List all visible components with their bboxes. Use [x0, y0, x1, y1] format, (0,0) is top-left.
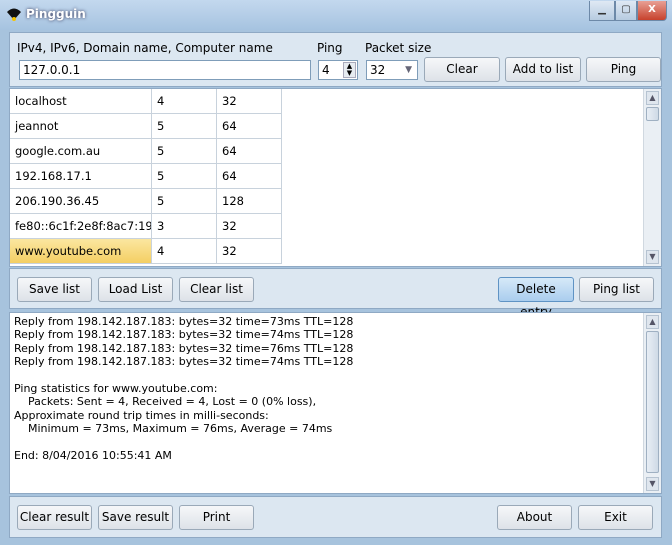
list-row[interactable]: 192.168.17.1 5 64	[10, 164, 282, 189]
ping-count-value: 4	[322, 63, 330, 77]
scroll-thumb[interactable]	[646, 107, 659, 121]
list-row[interactable]: 206.190.36.45 5 128	[10, 189, 282, 214]
list-row[interactable]: jeannot 5 64	[10, 114, 282, 139]
load-list-button[interactable]: Load List	[98, 277, 173, 302]
title-bar: Pingguin ▁ ▢ X	[0, 0, 672, 30]
print-button[interactable]: Print	[179, 505, 254, 530]
about-button[interactable]: About	[497, 505, 572, 530]
packet-size-cell: 64	[217, 139, 282, 164]
result-text: Reply from 198.142.187.183: bytes=32 tim…	[14, 315, 354, 463]
scroll-up-icon[interactable]: ▲	[646, 315, 659, 329]
ping-button[interactable]: Ping	[586, 57, 661, 82]
ping-count-cell: 5	[152, 114, 217, 139]
host-input[interactable]: 127.0.0.1	[19, 60, 311, 80]
packet-size-cell: 32	[217, 214, 282, 239]
save-list-button[interactable]: Save list	[17, 277, 92, 302]
minimize-button[interactable]: ▁	[589, 1, 615, 21]
packet-size-cell: 32	[217, 239, 282, 264]
clear-button[interactable]: Clear	[424, 57, 500, 82]
clear-list-button[interactable]: Clear list	[179, 277, 254, 302]
list-row[interactable]: fe80::6c1f:2e8f:8ac7:199c 3 32	[10, 214, 282, 239]
packet-size-cell: 128	[217, 189, 282, 214]
host-cell: 206.190.36.45	[10, 189, 152, 214]
host-cell: google.com.au	[10, 139, 152, 164]
ping-list-button[interactable]: Ping list	[579, 277, 654, 302]
maximize-button[interactable]: ▢	[615, 1, 637, 21]
host-cell: fe80::6c1f:2e8f:8ac7:199c	[10, 214, 152, 239]
app-icon	[7, 8, 21, 21]
host-label: IPv4, IPv6, Domain name, Computer name	[17, 41, 273, 55]
host-cell: localhost	[10, 89, 152, 114]
packet-size-label: Packet size	[365, 41, 432, 55]
host-cell: 192.168.17.1	[10, 164, 152, 189]
ping-count-cell: 5	[152, 189, 217, 214]
ping-count-cell: 5	[152, 164, 217, 189]
window-title: Pingguin	[26, 7, 86, 21]
list-scrollbar[interactable]: ▲ ▼	[643, 89, 661, 266]
packet-size-select[interactable]: 32 ▼	[366, 60, 418, 80]
clear-result-button[interactable]: Clear result	[17, 505, 92, 530]
scroll-up-icon[interactable]: ▲	[646, 91, 659, 105]
scroll-down-icon[interactable]: ▼	[646, 250, 659, 264]
scroll-down-icon[interactable]: ▼	[646, 477, 659, 491]
ping-count-label: Ping	[317, 41, 343, 55]
exit-button[interactable]: Exit	[578, 505, 653, 530]
ping-count-cell: 3	[152, 214, 217, 239]
ping-count-cell: 5	[152, 139, 217, 164]
host-cell: www.youtube.com	[10, 239, 152, 264]
chevron-down-icon: ▼	[405, 65, 412, 75]
add-to-list-button[interactable]: Add to list	[505, 57, 581, 82]
list-row[interactable]: www.youtube.com 4 32	[10, 239, 282, 264]
ping-count-stepper[interactable]: 4 ▲ ▼	[318, 60, 358, 80]
input-panel: IPv4, IPv6, Domain name, Computer name 1…	[9, 32, 662, 87]
packet-size-cell: 32	[217, 89, 282, 114]
packet-size-cell: 64	[217, 114, 282, 139]
save-result-button[interactable]: Save result	[98, 505, 173, 530]
packet-size-cell: 64	[217, 164, 282, 189]
ping-count-cell: 4	[152, 89, 217, 114]
output-scrollbar[interactable]: ▲ ▼	[643, 313, 661, 493]
delete-entry-button[interactable]: Delete entry	[498, 277, 574, 319]
list-row[interactable]: localhost 4 32	[10, 89, 282, 114]
packet-size-value: 32	[370, 63, 386, 77]
host-list[interactable]: localhost 4 32 jeannot 5 64 google.com.au 5 64 19…	[9, 88, 662, 267]
list-row[interactable]: google.com.au 5 64	[10, 139, 282, 164]
host-cell: jeannot	[10, 114, 152, 139]
up-down-arrows-icon[interactable]: ▲ ▼	[343, 62, 356, 78]
ping-count-cell: 4	[152, 239, 217, 264]
scroll-thumb[interactable]	[646, 331, 659, 473]
list-button-panel: Save list Load List Clear list Delete en…	[9, 268, 662, 319]
bottom-button-panel: Clear result Save result Print About Exi…	[9, 496, 662, 538]
result-output[interactable]: Reply from 198.142.187.183: bytes=32 tim…	[9, 312, 662, 494]
close-button[interactable]: X	[637, 1, 667, 21]
